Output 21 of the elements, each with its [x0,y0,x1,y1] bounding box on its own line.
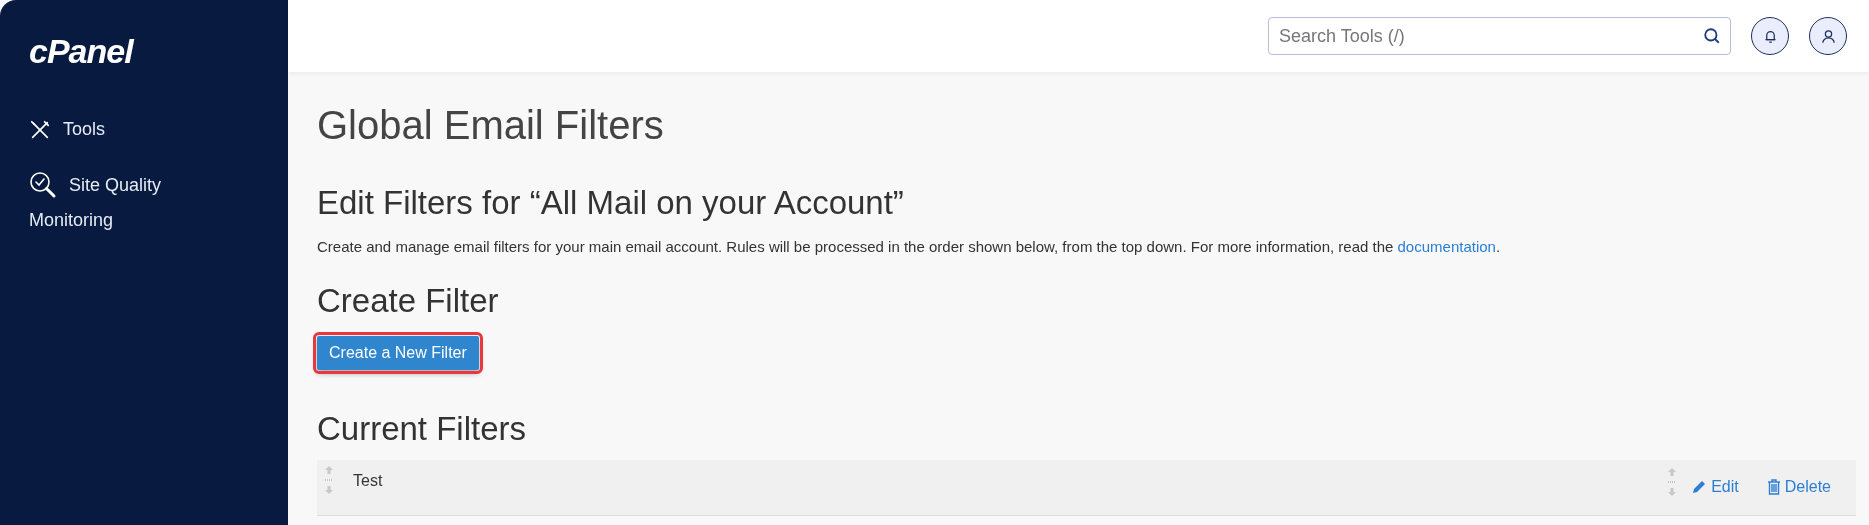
edit-link[interactable]: Edit [1691,475,1739,500]
page-title: Global Email Filters [317,102,665,149]
description: Create and manage email filters for your main email account. Rules will be processed in the order shown below, from the top down. For more information, read the documentation. [317,236,1502,257]
delete-link[interactable]: Delete [1766,475,1831,500]
section-heading: Create Filter [317,281,500,321]
section-heading: Current Filters [317,408,528,449]
sidebar-item[interactable]: Site Quality Monitoring [29,171,288,234]
tools-icon [29,118,51,141]
magnifier-check-icon [29,171,57,199]
logo[interactable]: cPanel [29,34,133,68]
search-icon[interactable] [1703,27,1721,45]
notifications-button[interactable] [1751,17,1789,55]
documentation-link[interactable]: documentation [1397,237,1496,255]
sidebar-item[interactable]: Tools [29,116,288,143]
trash-icon [1766,479,1781,496]
filter-name: Test [353,471,383,492]
user-icon [1820,28,1836,44]
user-button[interactable] [1809,17,1847,55]
section-heading: Edit Filters for “All Mail on your Account” [317,183,905,223]
search-field[interactable]: Search Tools (/) [1268,17,1731,55]
pencil-icon [1691,479,1708,496]
